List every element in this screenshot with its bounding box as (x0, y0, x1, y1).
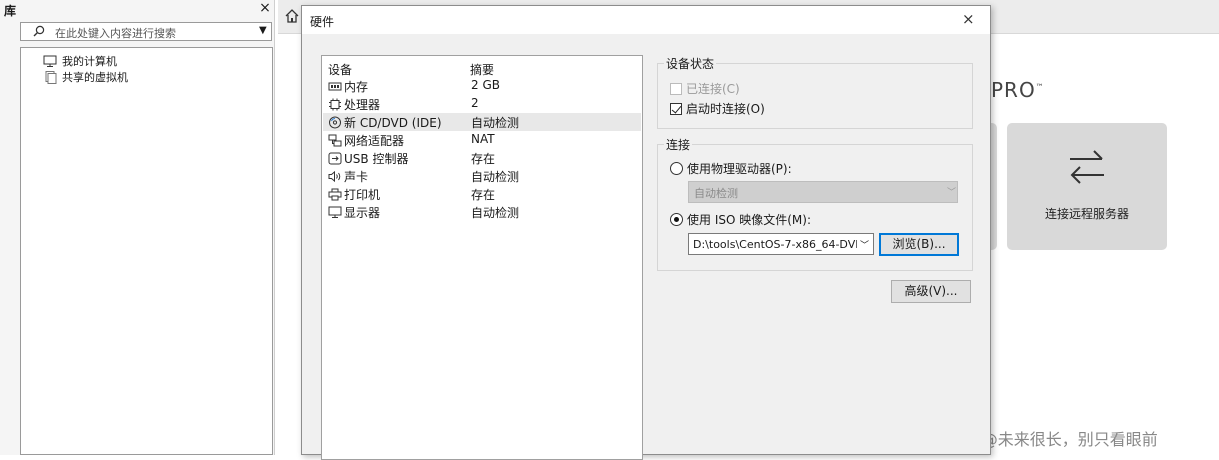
device-name: 声卡 (344, 170, 369, 184)
display-icon (328, 206, 342, 218)
library-close-button[interactable]: × (258, 0, 272, 16)
physical-drive-value: 自动检测 (694, 187, 738, 200)
dialog-close-button[interactable]: × (962, 10, 975, 28)
memory-icon (328, 82, 342, 91)
use-physical-drive-label: 使用物理驱动器(P): (687, 162, 792, 176)
connected-label: 已连接(C) (686, 82, 740, 96)
connected-checkbox[interactable]: 已连接(C) (670, 80, 740, 97)
column-header-device[interactable]: 设备 (328, 61, 352, 78)
browse-button[interactable]: 浏览(B)... (879, 233, 959, 256)
device-row-sound[interactable]: 声卡 自动检测 (323, 167, 641, 185)
connect-at-power-on-checkbox[interactable]: 启动时连接(O) (670, 100, 765, 117)
printer-icon (328, 188, 342, 201)
column-header-summary[interactable]: 摘要 (470, 61, 494, 78)
library-search-input[interactable]: 在此处键入内容进行搜索 ▼ (20, 22, 272, 41)
dialog-title: 硬件 (310, 15, 335, 29)
device-cell: 处理器 (328, 96, 380, 113)
tree-item-label: 共享的虚拟机 (62, 71, 128, 84)
device-status-group: 设备状态 已连接(C) 启动时连接(O) (657, 55, 973, 129)
tree-item-label: 我的计算机 (62, 55, 117, 68)
connect-remote-server-card[interactable]: 连接远程服务器 (1007, 123, 1167, 250)
physical-drive-select: 自动检测 ﹀ (688, 181, 958, 203)
device-name: 内存 (344, 80, 369, 94)
device-cell: 显示器 (328, 204, 380, 221)
connection-title: 连接 (664, 136, 693, 153)
device-summary: 存在 (471, 152, 496, 166)
device-cell: USB 控制器 (328, 150, 408, 167)
device-cell: 声卡 (328, 168, 368, 185)
search-dropdown-icon[interactable]: ▼ (259, 25, 267, 36)
product-brand: PRO™ (991, 78, 1045, 102)
device-summary: 自动检测 (471, 116, 520, 130)
device-cell: 打印机 (328, 186, 380, 203)
tree-item-shared-vms[interactable]: 共享的虚拟机 (43, 69, 128, 85)
device-summary: NAT (471, 132, 495, 146)
checkbox-box (670, 82, 682, 95)
device-name: 新 CD/DVD (IDE) (344, 116, 442, 130)
network-icon (328, 134, 342, 147)
device-summary: 2 (471, 96, 479, 110)
iso-path-value: D:\tools\CentOS-7-x86_64-DVI (693, 238, 857, 251)
monitor-icon (43, 55, 57, 67)
library-title: 库 (4, 4, 17, 18)
trademark: ™ (1035, 82, 1045, 92)
swap-arrows-icon (1070, 150, 1104, 184)
device-list: 设备 摘要 内存 2 GB 处理器 2 新 CD/DVD (IDE) 自动检测 (321, 55, 643, 460)
device-row-usb[interactable]: USB 控制器 存在 (323, 149, 641, 167)
connect-at-power-on-label: 启动时连接(O) (686, 102, 765, 116)
library-header: 库 × (0, 0, 275, 20)
remote-card-label: 连接远程服务器 (1044, 207, 1129, 221)
advanced-button[interactable]: 高级(V)... (891, 280, 971, 303)
device-name: USB 控制器 (344, 152, 409, 166)
library-panel: 库 × 在此处键入内容进行搜索 ▼ 我的计算机 共享的虚拟机 (0, 0, 275, 455)
shared-vm-icon (45, 70, 57, 84)
home-icon[interactable] (282, 6, 302, 26)
checkbox-box (670, 102, 682, 115)
device-name: 显示器 (344, 206, 381, 220)
device-cell: 新 CD/DVD (IDE) (328, 114, 442, 131)
device-summary: 2 GB (471, 78, 500, 92)
use-physical-drive-radio[interactable]: 使用物理驱动器(P): (670, 160, 792, 177)
device-name: 处理器 (344, 98, 381, 112)
usb-icon (328, 152, 342, 165)
radio-button (670, 162, 683, 175)
dialog-titlebar: 硬件 × (302, 6, 990, 34)
library-tree: 我的计算机 共享的虚拟机 (20, 47, 273, 455)
cd-icon (329, 116, 341, 129)
radio-button (670, 213, 683, 226)
cpu-icon (329, 98, 341, 111)
device-status-title: 设备状态 (664, 55, 717, 72)
device-name: 网络适配器 (344, 134, 405, 148)
device-summary: 自动检测 (471, 206, 520, 220)
use-iso-image-label: 使用 ISO 映像文件(M): (687, 213, 811, 227)
search-icon (33, 25, 45, 37)
device-row-memory[interactable]: 内存 2 GB (323, 77, 641, 95)
iso-path-combobox[interactable]: D:\tools\CentOS-7-x86_64-DVI ﹀ (688, 233, 874, 255)
use-iso-image-radio[interactable]: 使用 ISO 映像文件(M): (670, 211, 811, 228)
device-row-printer[interactable]: 打印机 存在 (323, 185, 641, 203)
tree-item-my-computer[interactable]: 我的计算机 (43, 53, 117, 69)
device-row-display[interactable]: 显示器 自动检测 (323, 203, 641, 221)
search-placeholder: 在此处键入内容进行搜索 (55, 27, 176, 40)
device-row-network[interactable]: 网络适配器 NAT (323, 131, 641, 149)
device-summary: 存在 (471, 188, 496, 202)
brand-label: PRO (991, 78, 1036, 102)
device-row-cd-dvd[interactable]: 新 CD/DVD (IDE) 自动检测 (323, 113, 641, 131)
connection-group: 连接 使用物理驱动器(P): 自动检测 ﹀ 使用 ISO 映像文件(M): D:… (657, 136, 973, 271)
hardware-dialog: 硬件 × 设备 摘要 内存 2 GB 处理器 2 新 CD/DVD (IDE) … (301, 5, 991, 460)
sound-icon (328, 170, 341, 183)
device-summary: 自动检测 (471, 170, 520, 184)
chevron-down-icon: ﹀ (947, 188, 957, 198)
device-cell: 内存 (328, 78, 368, 95)
device-row-processor[interactable]: 处理器 2 (323, 95, 641, 113)
device-name: 打印机 (344, 188, 381, 202)
device-cell: 网络适配器 (328, 132, 404, 149)
